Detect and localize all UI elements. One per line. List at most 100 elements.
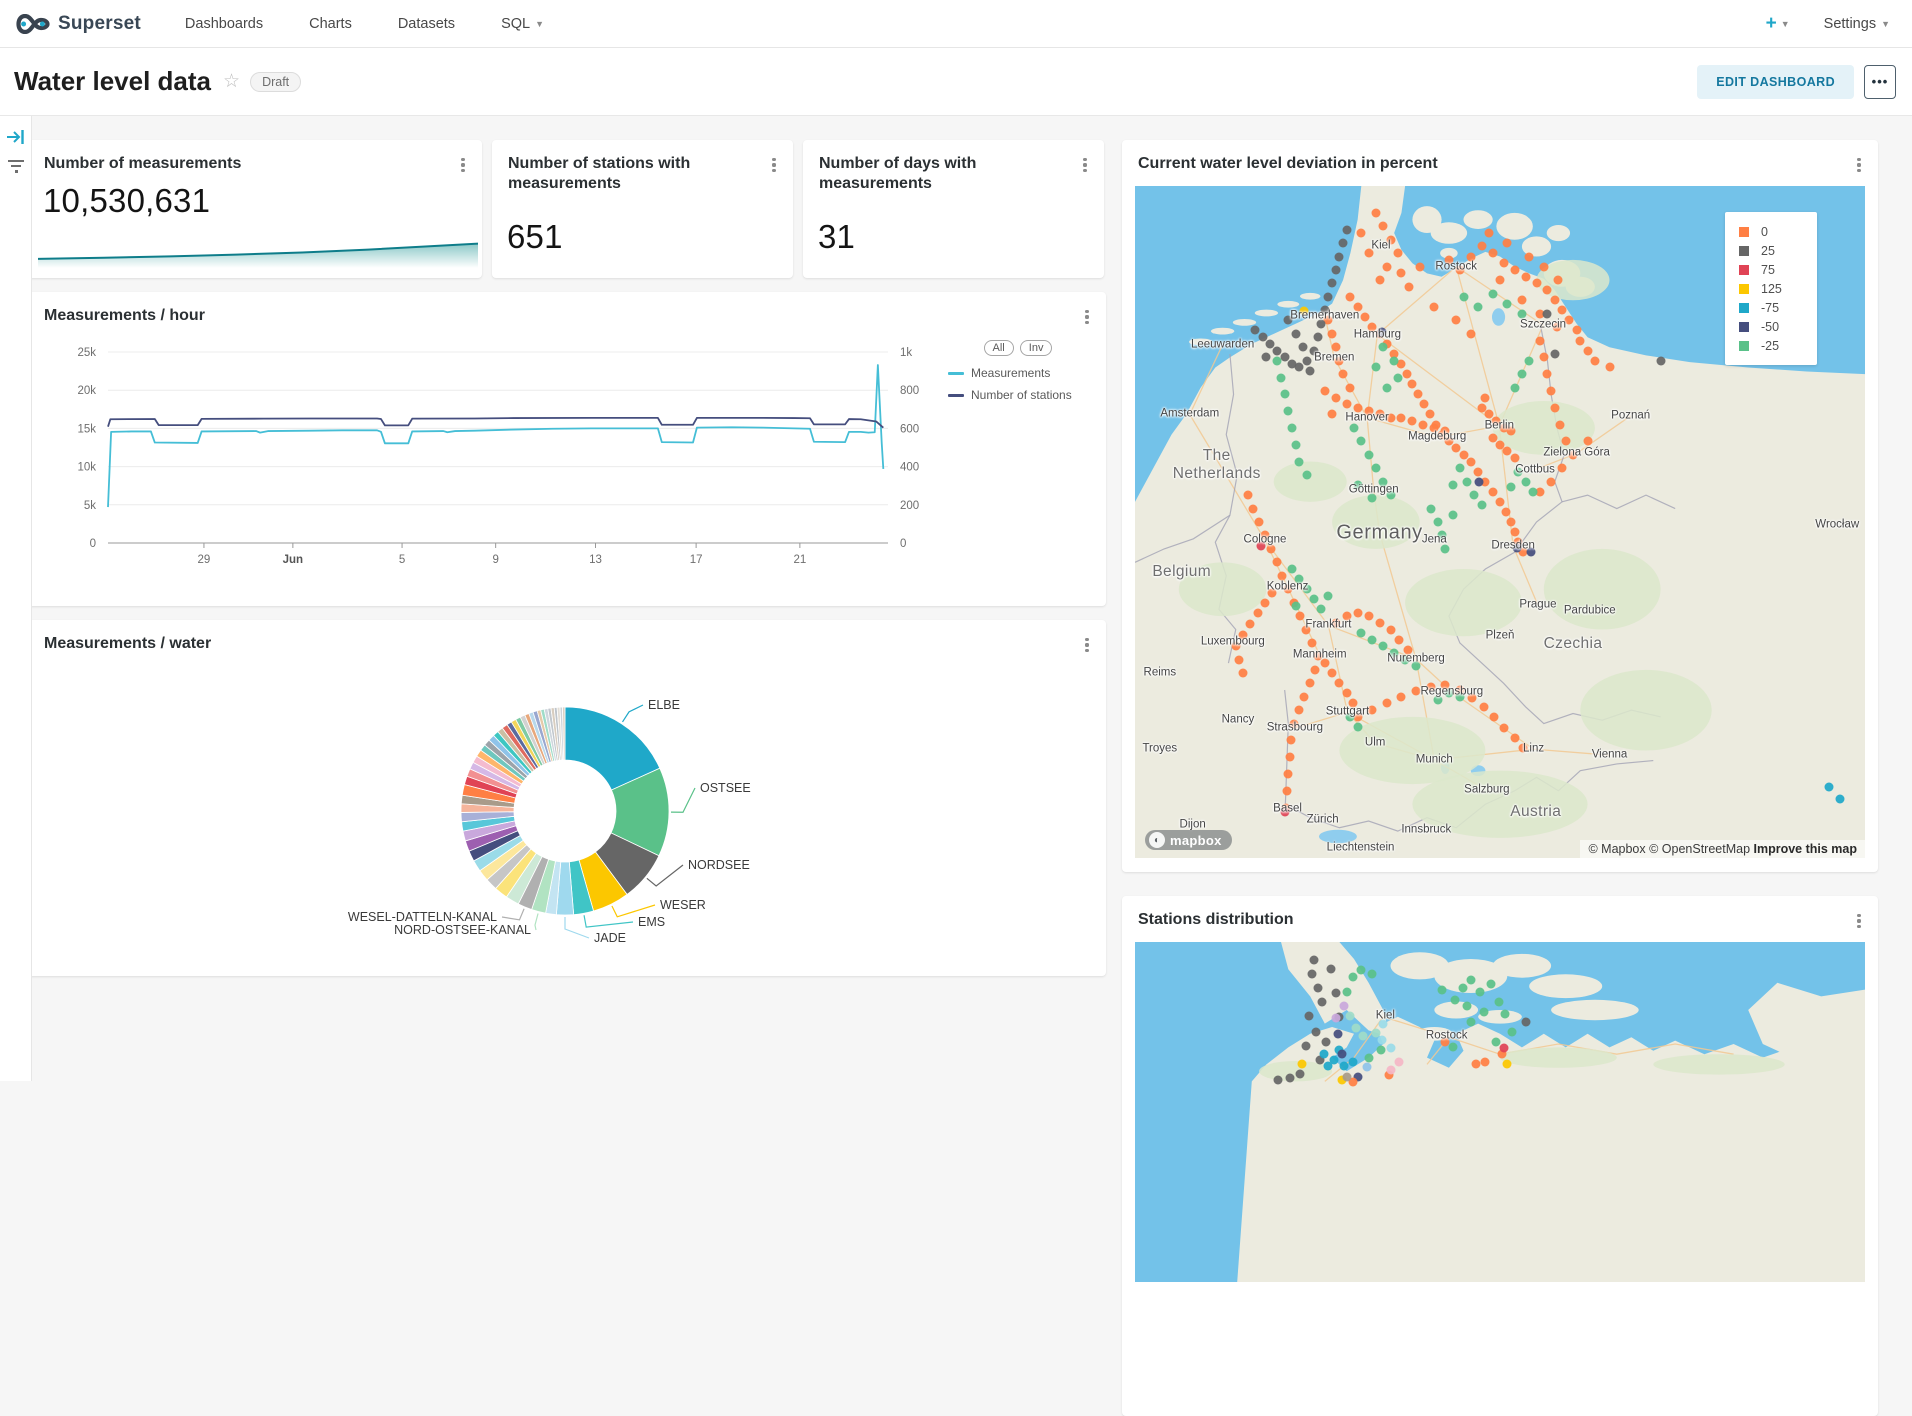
station-dot xyxy=(1412,687,1421,696)
station-dot xyxy=(1397,692,1406,701)
station-dot xyxy=(1463,1001,1472,1010)
station-dot xyxy=(1353,481,1362,490)
station-dot xyxy=(1437,985,1446,994)
chart-menu-kebab-icon[interactable] xyxy=(456,156,470,174)
station-dot xyxy=(1364,407,1373,416)
station-dot xyxy=(1444,689,1453,698)
map-legend-item[interactable]: 125 xyxy=(1739,279,1817,298)
infinity-logo-icon xyxy=(16,14,50,34)
map-legend-item[interactable]: -25 xyxy=(1739,336,1817,355)
station-dot xyxy=(1474,467,1483,476)
station-dot xyxy=(1323,1062,1332,1071)
station-dot xyxy=(1506,427,1515,436)
station-dot xyxy=(1298,343,1307,352)
station-dot xyxy=(1359,1031,1368,1040)
station-dot xyxy=(1377,328,1386,337)
map-legend-item[interactable]: 75 xyxy=(1739,260,1817,279)
station-dot xyxy=(1317,997,1326,1006)
chart-menu-kebab-icon[interactable] xyxy=(1080,308,1094,326)
station-dot xyxy=(1328,279,1337,288)
legend-inv-button[interactable]: Inv xyxy=(1020,340,1053,356)
map-legend-item[interactable]: -75 xyxy=(1739,298,1817,317)
station-dot xyxy=(1307,638,1316,647)
station-dot xyxy=(1488,289,1497,298)
svg-text:10k: 10k xyxy=(77,462,96,474)
donut-label-ostsee: OSTSEE xyxy=(700,781,751,795)
chart-menu-kebab-icon[interactable] xyxy=(1852,912,1866,930)
station-dot xyxy=(1521,477,1530,486)
station-dot xyxy=(1836,794,1845,803)
new-item-button[interactable]: + ▼ xyxy=(1766,13,1790,35)
map-legend-item[interactable]: -50 xyxy=(1739,317,1817,336)
nav-item-sql[interactable]: SQL ▼ xyxy=(501,16,544,32)
stations-map[interactable]: KielRostock xyxy=(1135,942,1865,1282)
settings-menu[interactable]: Settings ▼ xyxy=(1824,16,1890,32)
station-dot xyxy=(1501,507,1510,516)
station-dot xyxy=(1284,407,1293,416)
station-dot xyxy=(1510,528,1519,537)
station-dot xyxy=(1364,249,1373,258)
station-dot xyxy=(1364,612,1373,621)
station-dot xyxy=(1255,518,1264,527)
brand-name: Superset xyxy=(58,13,141,35)
map-legend-item[interactable]: 25 xyxy=(1739,241,1817,260)
filter-icon[interactable] xyxy=(6,158,26,174)
favorite-star-icon[interactable]: ☆ xyxy=(223,70,240,93)
station-dot xyxy=(1401,655,1410,664)
station-dot xyxy=(1357,628,1366,637)
station-dot xyxy=(1282,786,1291,795)
nav-item-charts[interactable]: Charts xyxy=(309,16,352,32)
measurements-hour-chart[interactable]: 005k20010k40015k60020k80025k1k29Jun59131… xyxy=(28,332,1106,582)
station-dot xyxy=(1386,491,1395,500)
legend-value: 75 xyxy=(1761,263,1775,277)
deviation-map[interactable]: LeeuwardenAmsterdamThe NetherlandsBelgiu… xyxy=(1135,186,1865,858)
superset-logo[interactable]: Superset xyxy=(16,13,141,35)
station-dot xyxy=(1239,669,1248,678)
legend-value: -50 xyxy=(1761,320,1779,334)
svg-text:0: 0 xyxy=(90,538,96,550)
series-color-mark xyxy=(948,372,964,375)
legend-all-button[interactable]: All xyxy=(984,340,1014,356)
nav-item-dashboards[interactable]: Dashboards xyxy=(185,16,263,32)
station-dot xyxy=(1521,272,1530,281)
chart-menu-kebab-icon[interactable] xyxy=(767,156,781,174)
station-dot xyxy=(1320,306,1329,315)
legend-item-number-of-stations[interactable]: Number of stations xyxy=(948,388,1088,402)
station-dot xyxy=(1295,1069,1304,1078)
station-dot xyxy=(1503,1060,1512,1069)
dashboard-more-button[interactable]: ••• xyxy=(1864,65,1896,99)
edit-dashboard-button[interactable]: EDIT DASHBOARD xyxy=(1697,65,1854,99)
map-legend-item[interactable]: 0 xyxy=(1739,222,1817,241)
station-dot xyxy=(1371,464,1380,473)
station-dot xyxy=(1333,1030,1342,1039)
legend-item-measurements[interactable]: Measurements xyxy=(948,366,1088,380)
svg-text:1k: 1k xyxy=(900,347,912,359)
station-dot xyxy=(1477,501,1486,510)
station-dot xyxy=(1479,1007,1488,1016)
deviation-map-card: Current water level deviation in percent… xyxy=(1122,140,1878,872)
station-dot xyxy=(1382,699,1391,708)
station-dot xyxy=(1481,393,1490,402)
station-dot xyxy=(1353,608,1362,617)
chart-menu-kebab-icon[interactable] xyxy=(1852,156,1866,174)
expand-filter-bar-icon[interactable] xyxy=(6,128,26,146)
station-dot xyxy=(1268,588,1277,597)
station-dot xyxy=(1555,420,1564,429)
series-line-number-of-stations xyxy=(108,418,883,428)
station-dot xyxy=(1547,477,1556,486)
station-dot xyxy=(1561,437,1570,446)
station-dot xyxy=(1266,544,1275,553)
station-dot xyxy=(1525,356,1534,365)
station-dot xyxy=(1295,612,1304,621)
station-dot xyxy=(1328,410,1337,419)
chart-menu-kebab-icon[interactable] xyxy=(1078,156,1092,174)
station-dot xyxy=(1277,373,1286,382)
mapbox-logo[interactable]: ◐mapbox xyxy=(1145,830,1232,850)
station-dot xyxy=(1291,602,1300,611)
station-dot xyxy=(1550,350,1559,359)
station-dot xyxy=(1547,386,1556,395)
improve-map-link[interactable]: Improve this map xyxy=(1754,842,1858,856)
nav-item-datasets[interactable]: Datasets xyxy=(398,16,455,32)
measurements-water-donut[interactable]: ELBEOSTSEENORDSEEWESEREMSJADENORD-OSTSEE… xyxy=(28,620,1106,976)
legend-swatch xyxy=(1739,303,1749,313)
